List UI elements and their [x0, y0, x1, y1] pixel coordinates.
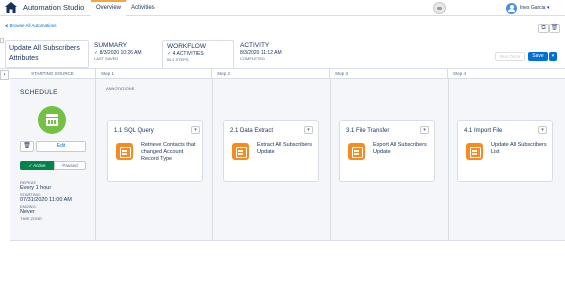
activity-title: 2.1 Data Extract	[230, 128, 274, 134]
column-header-source: STARTING SOURCE	[10, 69, 96, 79]
chevron-down-icon[interactable]: ▾	[304, 126, 313, 134]
activity-description: Export All Subscribers Update	[373, 142, 427, 155]
file-transfer-icon	[348, 143, 365, 160]
import-file-icon	[466, 143, 483, 160]
activity-card-file-transfer[interactable]: 3.1 File Transfer ▾ Export All Subscribe…	[339, 120, 435, 182]
column-divider	[212, 79, 213, 240]
user-name: Ines Garcia ▾	[520, 5, 550, 11]
avatar-icon[interactable]	[433, 2, 446, 14]
sql-query-icon	[116, 143, 133, 160]
chevron-down-icon[interactable]: ▾	[191, 126, 200, 134]
activity-title: 3.1 File Transfer	[346, 128, 390, 134]
activity-card-data-extract[interactable]: 2.1 Data Extract ▾ Extract All Subscribe…	[223, 120, 319, 182]
annotations-label: ANNOTATIONS	[106, 86, 135, 91]
calendar-icon[interactable]	[38, 106, 66, 134]
paused-toggle[interactable]: Paused	[54, 161, 86, 170]
starting-value: 07/31/2020 11:00 AM	[20, 197, 72, 203]
chevron-down-icon[interactable]: ▾	[538, 126, 547, 134]
column-header-step-1: Step 1	[96, 69, 212, 79]
save-dropdown-button[interactable]: ▾	[549, 52, 557, 61]
activity-description: Retrieve Contacts that changed Account R…	[141, 142, 196, 162]
app-title: Automation Studio	[23, 3, 85, 12]
trash-icon[interactable]: 🗑	[20, 141, 34, 152]
activity-title: 4.1 Import File	[464, 128, 503, 134]
workflow-sub: IN 4 STEPS	[167, 57, 189, 62]
schedule-details: REPEAT: Every 1 hour STARTING: 07/31/202…	[20, 180, 94, 221]
activity-card-sql-query[interactable]: 1.1 SQL Query ▾ Retrieve Contacts that c…	[107, 120, 203, 182]
workflow-title: WORKFLOW	[167, 43, 206, 50]
chevron-down-icon[interactable]: ▾	[420, 126, 429, 134]
tab-activity[interactable]: ACTIVITY 8/3/2020 11:12 AM COMPLETED	[236, 40, 306, 68]
activity-title: ACTIVITY	[240, 42, 270, 49]
home-icon[interactable]	[5, 2, 17, 13]
tab-workflow[interactable]: WORKFLOW ✓ 4 ACTIVITIES IN 4 STEPS	[162, 40, 234, 68]
column-divider	[330, 79, 331, 240]
ending-value: Never	[20, 209, 35, 215]
activity-sub: COMPLETED	[240, 56, 265, 61]
user-avatar-icon	[506, 2, 517, 14]
column-header-step-3: Step 3	[330, 69, 448, 79]
copy-icon[interactable]: ⧉	[538, 24, 549, 33]
automation-name-field[interactable]: Update All Subscribers Attributes	[5, 40, 89, 68]
data-extract-icon	[232, 143, 249, 160]
activity-card-import-file[interactable]: 4.1 Import File ▾ Update All Subscribers…	[457, 120, 553, 182]
column-header-step-4: Step 4	[448, 69, 565, 79]
activity-title: 1.1 SQL Query	[114, 128, 154, 134]
summary-sub: LAST SAVED	[94, 56, 119, 61]
delete-icon[interactable]: 🗑	[549, 24, 560, 33]
run-once-button[interactable]: Run Once	[495, 52, 525, 61]
canvas-bottom-border	[10, 240, 565, 241]
tab-summary[interactable]: SUMMARY ✓ 8/3/2020 10:26 AM LAST SAVED	[90, 40, 160, 68]
activity-description: Extract All Subscribers Update	[257, 142, 313, 155]
browse-all-link[interactable]: ⮜ Browse All Automations	[5, 23, 56, 28]
column-header-step-2: Step 2	[212, 69, 330, 79]
timezone-label: TIME ZONE:	[20, 216, 43, 221]
active-toggle[interactable]: ✓ Active	[20, 161, 54, 170]
save-button[interactable]: Save	[528, 52, 548, 61]
column-divider	[448, 79, 449, 240]
edit-schedule-button[interactable]: Edit	[36, 141, 86, 152]
user-menu[interactable]: Ines Garcia ▾	[506, 2, 549, 14]
activity-description: Update All Subscribers List	[491, 142, 547, 155]
schedule-label: SCHEDULE	[20, 89, 58, 96]
top-bar: Automation Studio Overview Activities In…	[0, 0, 565, 16]
summary-title: SUMMARY	[94, 42, 128, 49]
repeat-value: Every 1 hour	[20, 185, 52, 191]
expand-panel-button[interactable]: ›	[0, 70, 9, 80]
tab-activities[interactable]: Activities	[126, 0, 160, 16]
tab-overview[interactable]: Overview	[91, 0, 127, 16]
collapse-handle[interactable]	[0, 38, 4, 43]
